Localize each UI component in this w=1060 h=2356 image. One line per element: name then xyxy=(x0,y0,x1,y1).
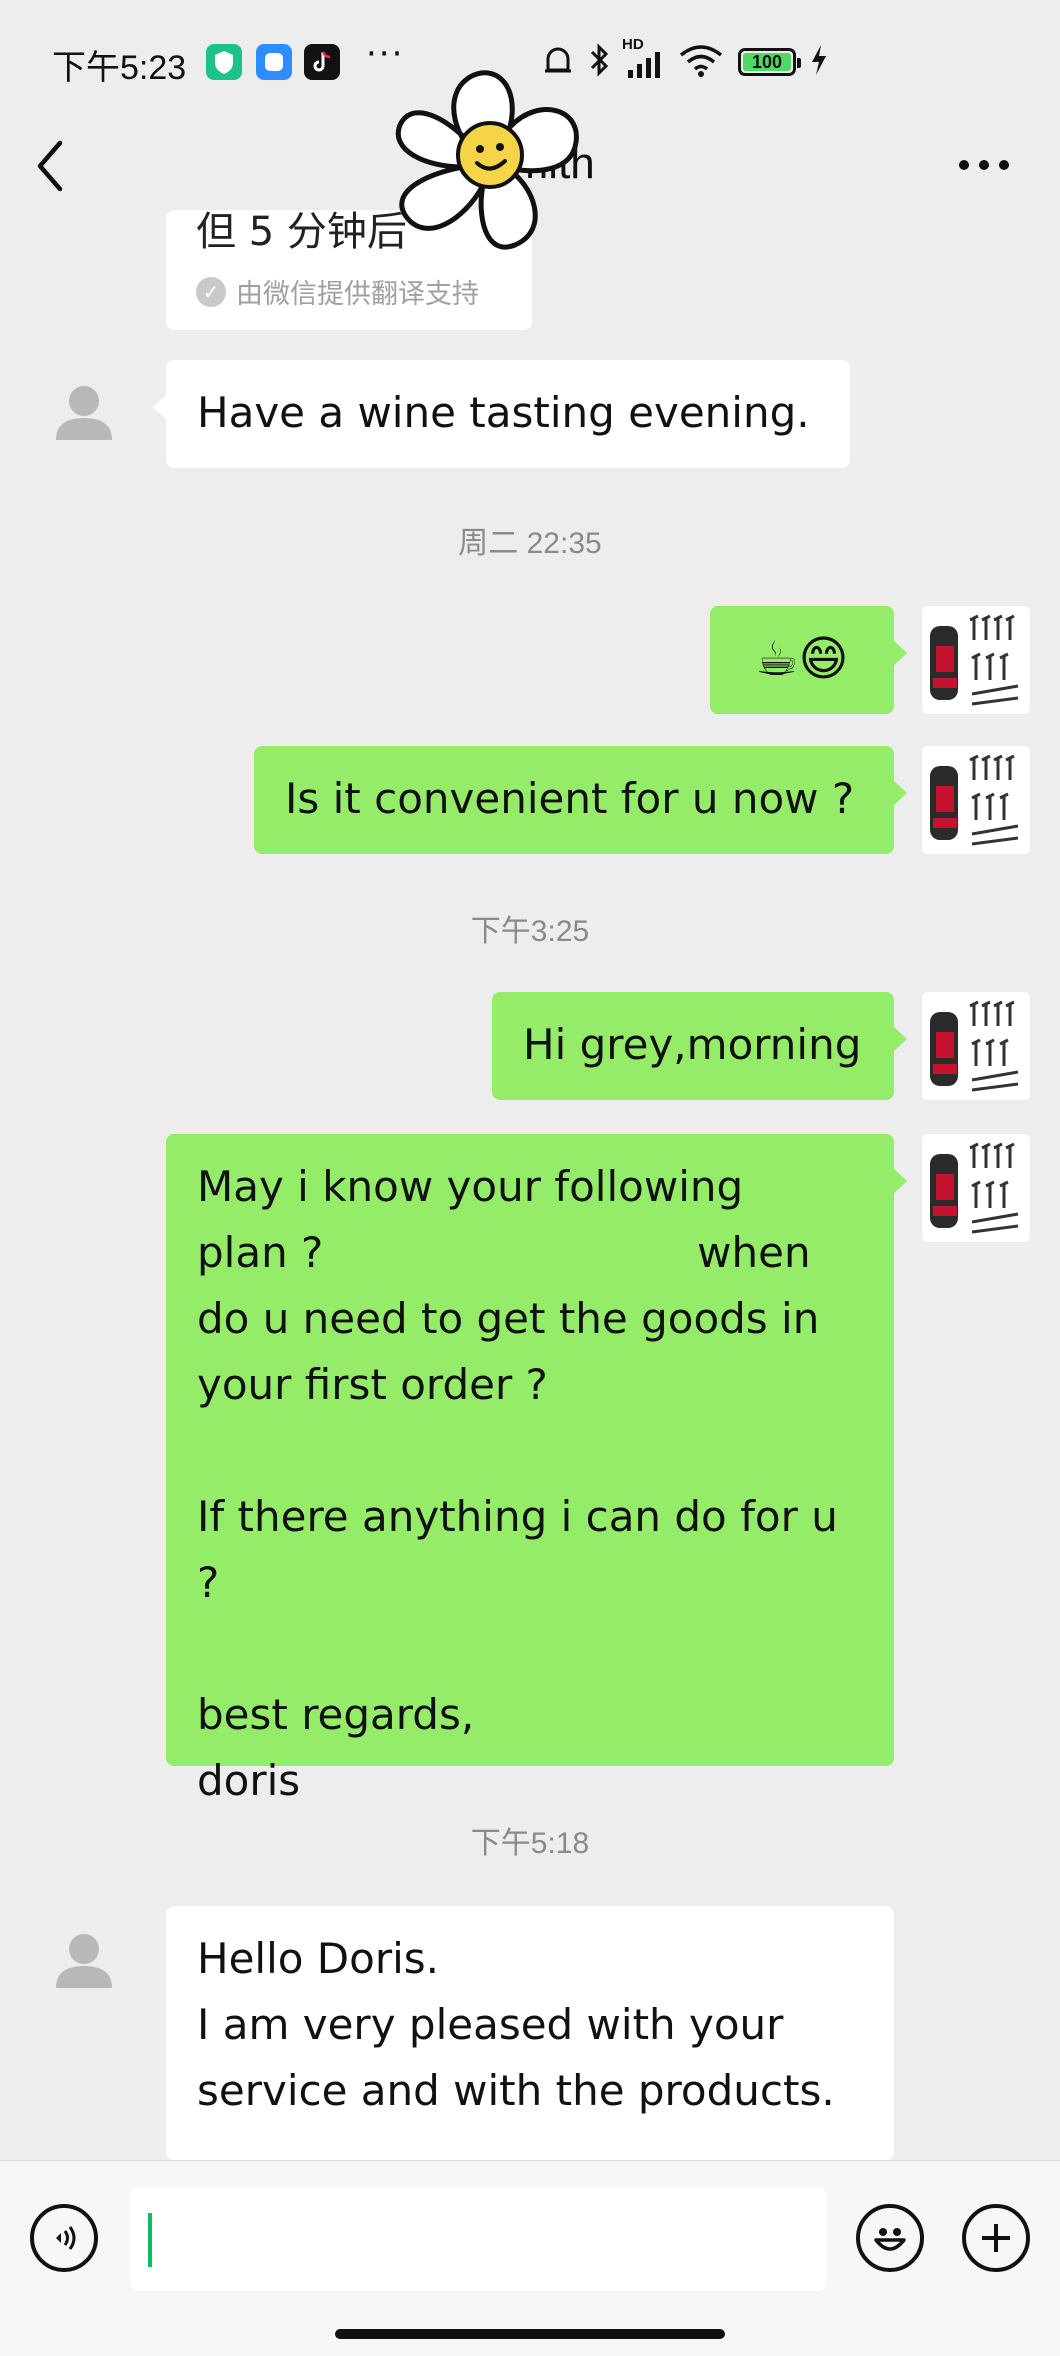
my-avatar[interactable] xyxy=(922,606,1030,714)
home-indicator[interactable] xyxy=(335,2329,725,2339)
message-input[interactable] xyxy=(130,2187,826,2291)
text-caret xyxy=(148,2213,152,2267)
tiktok-icon xyxy=(304,44,340,80)
more-icon[interactable] xyxy=(956,145,1012,185)
flower-sticker xyxy=(395,70,579,250)
my-avatar[interactable] xyxy=(922,992,1030,1100)
emoji-icon xyxy=(874,2228,906,2251)
battery-level: 100 xyxy=(751,51,783,72)
charging-icon xyxy=(812,45,826,75)
input-bar xyxy=(0,2160,1060,2356)
message-bubble[interactable]: Have a wine tasting evening. xyxy=(153,360,850,468)
message-bubble[interactable]: May i know your following plan ? when do… xyxy=(166,1134,907,1805)
app-icon-green xyxy=(206,44,242,80)
contact-avatar[interactable] xyxy=(42,1918,126,2002)
message-bubble[interactable]: Hello Doris. I am very pleased with your… xyxy=(166,1906,894,2160)
translation-note-label: 由微信提供翻译支持 xyxy=(236,279,479,310)
my-avatar[interactable] xyxy=(922,1134,1030,1242)
contact-avatar[interactable] xyxy=(42,370,126,454)
app-icon-blue xyxy=(256,44,292,80)
timestamp: 下午5:18 xyxy=(470,1827,590,1860)
message-bubble[interactable]: ☕😄 xyxy=(710,606,907,714)
plus-icon xyxy=(982,2224,1010,2252)
voice-icon xyxy=(56,2226,76,2250)
timestamp: 周二 22:35 xyxy=(458,527,602,560)
translation-text: 但 5 分钟后 xyxy=(196,210,407,255)
check-icon: ✓ xyxy=(196,276,226,307)
message-bubble[interactable]: Hi grey,morning xyxy=(492,992,907,1100)
timestamp: 下午3:25 xyxy=(470,915,590,948)
emoji-button[interactable] xyxy=(856,2204,924,2272)
voice-button[interactable] xyxy=(30,2204,98,2272)
translation-note: ✓ 由微信提供翻译支持 xyxy=(196,272,479,311)
message-bubble[interactable]: Is it convenient for u now ? xyxy=(254,746,907,854)
battery-indicator: 100 xyxy=(738,48,801,76)
add-button[interactable] xyxy=(962,2204,1030,2272)
signal-icon xyxy=(628,52,660,78)
my-avatar[interactable] xyxy=(922,746,1030,854)
status-time: 下午5:23 xyxy=(52,49,187,87)
wifi-icon xyxy=(679,45,723,77)
